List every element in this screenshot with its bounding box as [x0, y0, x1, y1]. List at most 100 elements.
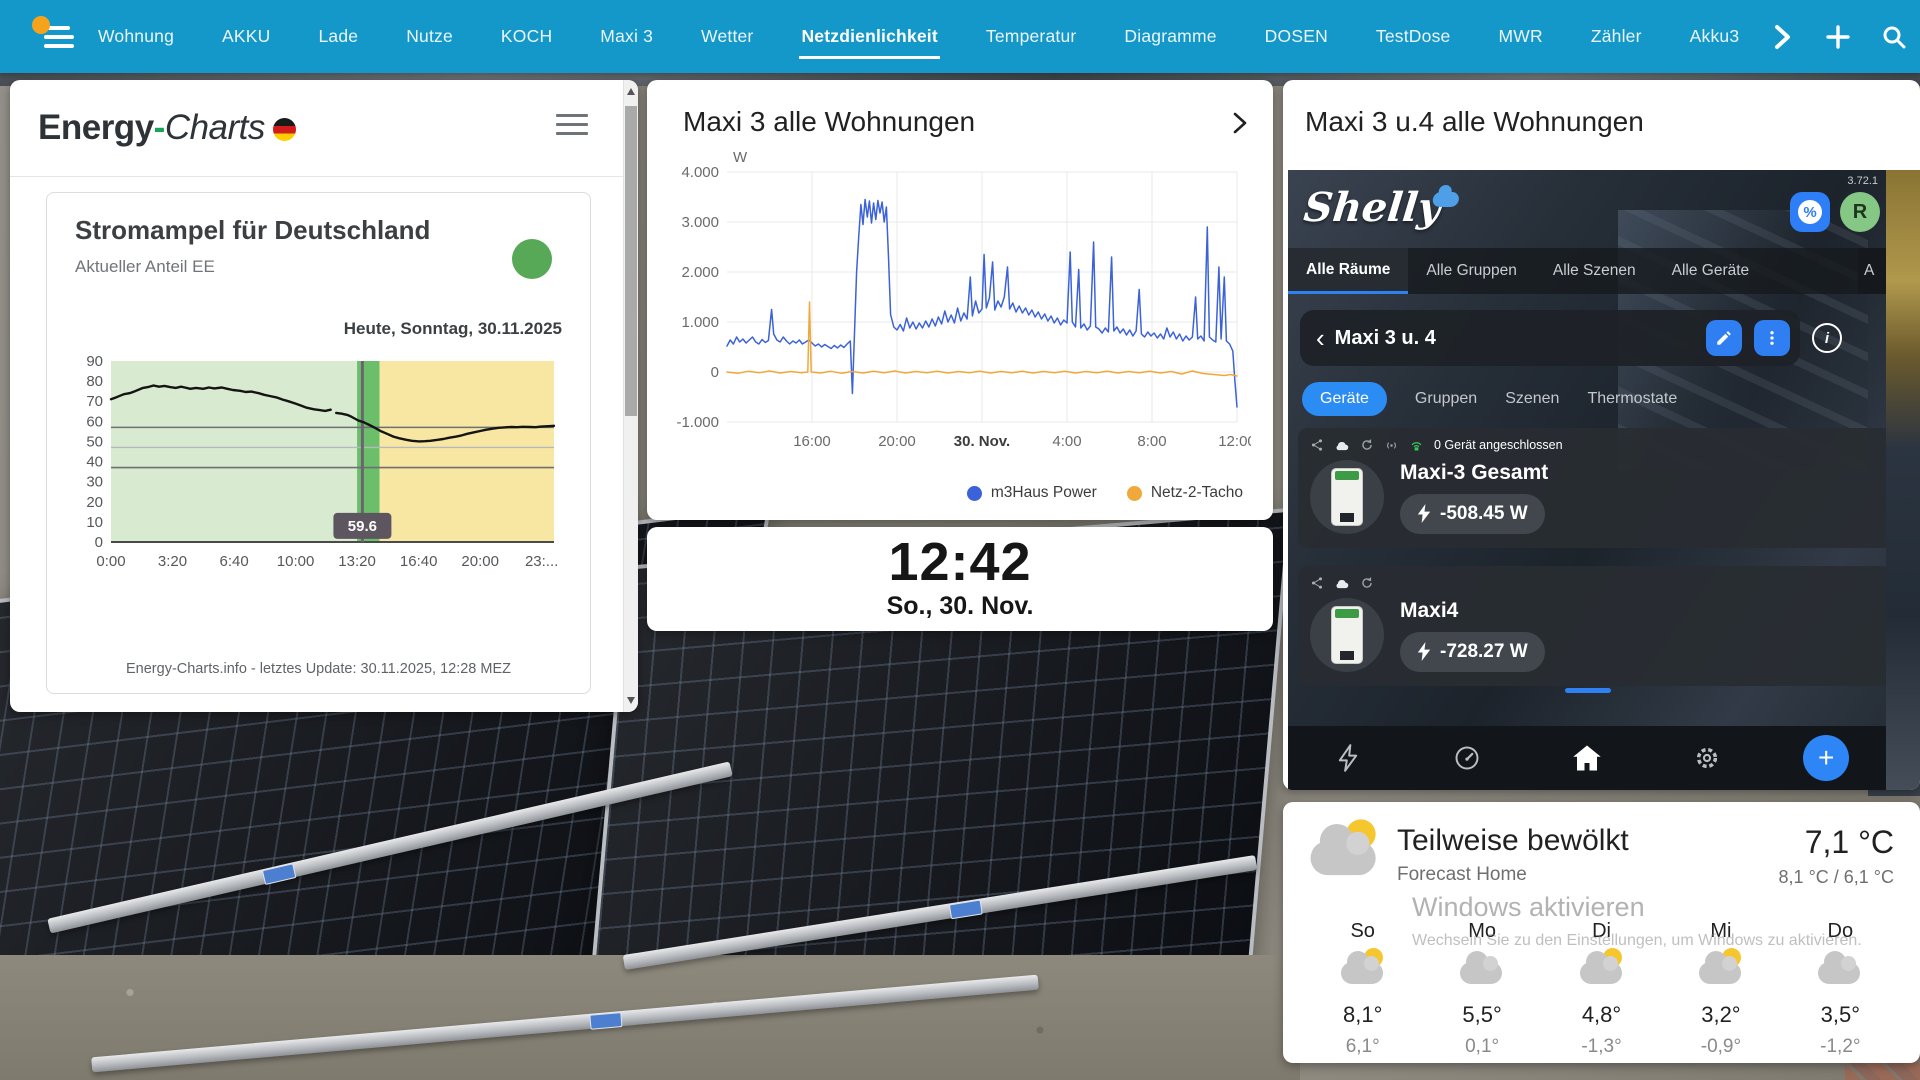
weather-source: Forecast Home [1397, 864, 1629, 886]
day-label: Mo [1422, 920, 1541, 943]
weather-card[interactable]: Teilweise bewölkt Forecast Home 7,1 °C 8… [1283, 802, 1920, 1063]
tab-testdose[interactable]: TestDose [1374, 14, 1453, 59]
stromampel-chart[interactable]: 01020304050607080900:003:206:4010:0013:2… [55, 351, 582, 591]
broadcast-icon [1384, 439, 1399, 452]
tab-akku[interactable]: AKKU [220, 14, 272, 59]
tab-mwr[interactable]: MWR [1496, 14, 1544, 59]
back-chevron-icon[interactable]: ‹ [1316, 327, 1325, 349]
navbar-actions [1767, 22, 1920, 52]
din-module-illustration [1332, 607, 1362, 663]
card-scrollbar[interactable] [623, 80, 638, 712]
stromampel-subtitle: Aktueller Anteil EE [75, 257, 215, 277]
svg-text:12:00: 12:00 [1218, 433, 1251, 450]
gauge-nav-icon[interactable] [1444, 735, 1490, 781]
tab-alle-szenen[interactable]: Alle Szenen [1535, 248, 1654, 294]
forecast-row: So 8,1° 6,1° Mo 5,5° 0,1° Di 4,8° -1,3° … [1303, 920, 1900, 1058]
clock-card: 12:42 So., 30. Nov. [647, 527, 1273, 631]
dashboard-tabs: Wohnung AKKU Lade Nutze KOCH Maxi 3 Wett… [96, 14, 1741, 59]
promo-badge-button[interactable]: % [1790, 192, 1830, 232]
embed-photo-strip [1886, 170, 1920, 790]
high-temp: 5,5° [1422, 1002, 1541, 1028]
tab-temperatur[interactable]: Temperatur [984, 14, 1079, 59]
tab-dosen[interactable]: DOSEN [1263, 14, 1330, 59]
device-status-icons [1310, 574, 1880, 592]
scrollbar-thumb[interactable] [625, 106, 637, 416]
legend-item[interactable]: m3Haus Power [967, 484, 1097, 502]
user-avatar[interactable]: R [1840, 192, 1880, 232]
svg-text:10: 10 [86, 514, 103, 531]
svg-text:10:00: 10:00 [277, 553, 315, 570]
svg-text:80: 80 [86, 373, 103, 390]
power-history-chart[interactable]: 4.0003.0002.0001.0000-1.00016:0020:0030.… [669, 146, 1251, 462]
room-menu-button[interactable] [1754, 320, 1790, 356]
high-temp: 3,5° [1781, 1002, 1900, 1028]
sync-icon [1360, 576, 1374, 590]
device-card[interactable]: 0 Gerät angeschlossen Maxi-3 Gesamt -508… [1298, 428, 1886, 548]
tab-akku3[interactable]: Akku3 [1688, 14, 1742, 59]
search-icon[interactable] [1879, 22, 1909, 52]
tab-lade[interactable]: Lade [316, 14, 360, 59]
scroll-up-icon[interactable] [627, 88, 635, 95]
shelly-bottom-nav: + [1288, 726, 1886, 790]
share-icon [1310, 438, 1324, 452]
tab-maxi3[interactable]: Maxi 3 [598, 14, 655, 59]
subtab-gruppen[interactable]: Gruppen [1415, 390, 1477, 408]
settings-nav-icon[interactable] [1684, 735, 1730, 781]
power-nav-icon[interactable] [1325, 735, 1371, 781]
dashboard-screen: Wohnung AKKU Lade Nutze KOCH Maxi 3 Wett… [0, 0, 1920, 1080]
legend-dot-yellow [1127, 486, 1142, 501]
room-subtabs: Geräte Gruppen Szenen Thermostate [1302, 382, 1677, 416]
device-row[interactable]: Maxi-3 Gesamt -508.45 W [1310, 460, 1880, 534]
forecast-icon [1340, 951, 1386, 985]
antenna-icon-green [1409, 439, 1424, 452]
maxi3-card-title: Maxi 3 alle Wohnungen [683, 106, 975, 138]
tab-partial[interactable]: A [1858, 248, 1886, 294]
info-icon[interactable]: i [1812, 323, 1842, 353]
low-temp: 0,1° [1422, 1036, 1541, 1058]
tab-wetter[interactable]: Wetter [699, 14, 755, 59]
add-device-button[interactable]: + [1803, 735, 1849, 781]
power-pill[interactable]: -508.45 W [1400, 494, 1545, 534]
tab-alle-raeume[interactable]: Alle Räume [1288, 248, 1408, 294]
tab-nutze[interactable]: Nutze [404, 14, 455, 59]
tab-diagramme[interactable]: Diagramme [1122, 14, 1218, 59]
device-card[interactable]: Maxi4 -728.27 W [1298, 566, 1886, 686]
subtab-szenen[interactable]: Szenen [1505, 390, 1559, 408]
subtab-geraete[interactable]: Geräte [1302, 382, 1387, 416]
tab-zaehler[interactable]: Zähler [1589, 14, 1644, 59]
hamburger-menu-icon[interactable] [556, 112, 588, 136]
german-flag-icon [273, 118, 296, 141]
tab-netzdienlichkeit[interactable]: Netzdienlichkeit [799, 14, 939, 59]
forecast-icon [1459, 951, 1505, 985]
device-image [1310, 598, 1384, 672]
device-name: Maxi-3 Gesamt [1400, 461, 1548, 485]
tab-alle-geraete[interactable]: Alle Geräte [1654, 248, 1768, 294]
low-temp: 6,1° [1303, 1036, 1422, 1058]
day-label: So [1303, 920, 1422, 943]
device-row[interactable]: Maxi4 -728.27 W [1310, 598, 1880, 672]
forecast-icon [1579, 951, 1625, 985]
partly-cloudy-icon [1309, 824, 1380, 877]
tab-wohnung[interactable]: Wohnung [96, 14, 176, 59]
tab-alle-gruppen[interactable]: Alle Gruppen [1408, 248, 1534, 294]
tab-koch[interactable]: KOCH [499, 14, 554, 59]
legend-item[interactable]: Netz-2-Tacho [1127, 484, 1243, 502]
svg-text:30: 30 [86, 474, 103, 491]
current-temperature: 7,1 °C [1779, 824, 1894, 861]
low-temp: -1,2° [1781, 1036, 1900, 1058]
home-nav-icon-active[interactable] [1564, 735, 1610, 781]
clock-date: So., 30. Nov. [647, 591, 1273, 621]
power-pill[interactable]: -728.27 W [1400, 632, 1545, 672]
chevron-right-icon[interactable] [1231, 110, 1249, 136]
add-tab-icon[interactable] [1823, 22, 1853, 52]
svg-text:20: 20 [86, 494, 103, 511]
edit-room-button[interactable] [1706, 320, 1742, 356]
subtab-thermostate[interactable]: Thermostate [1587, 390, 1677, 408]
energy-charts-logo[interactable]: Energy-Charts [38, 108, 296, 148]
chevron-right-icon[interactable] [1767, 22, 1797, 52]
forecast-day: Di 4,8° -1,3° [1542, 920, 1661, 1058]
svg-text:0:00: 0:00 [96, 553, 125, 570]
svg-text:0: 0 [711, 364, 719, 381]
svg-text:90: 90 [86, 353, 103, 370]
scroll-down-icon[interactable] [627, 697, 635, 704]
